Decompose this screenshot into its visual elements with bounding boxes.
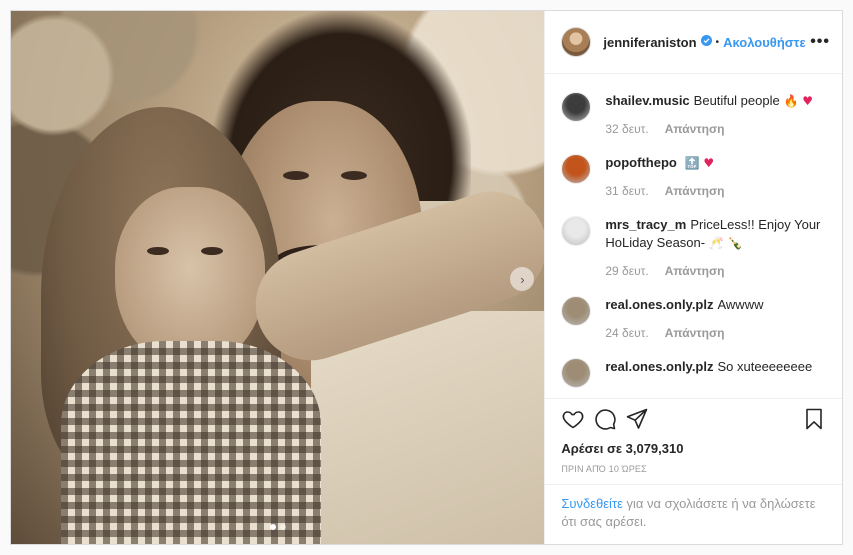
comment-item: real.ones.only.plz So xuteeeeeeee — [561, 358, 826, 398]
comment-text: So xuteeeeeeee — [717, 359, 813, 374]
comment-body: real.ones.only.plz Awwww 24 δευτ. Απάντηση — [605, 296, 826, 342]
more-options-icon[interactable]: ••• — [810, 33, 830, 51]
comment-text-line: popofthepo 🔝 ♥ — [605, 154, 826, 172]
bottle-emoji: 🍾 — [723, 236, 743, 250]
comment-meta: 29 δευτ. Απάντηση — [605, 262, 826, 280]
comment-body: shailev.music Beutiful people 🔥 ♥ 32 δευτ.… — [605, 92, 826, 138]
carousel-dot — [279, 524, 286, 530]
comment-text: Awwww — [717, 297, 764, 312]
comment-body: mrs_tracy_m PriceLess!! Enjoy Your HoLida… — [605, 216, 826, 280]
comment-username[interactable]: popofthepo — [605, 155, 676, 170]
carousel-dot-active — [269, 524, 276, 530]
comments-list[interactable]: 44 δευτ.Απάντηση shailev.music Beutiful pe… — [545, 74, 842, 398]
comment-text-line: real.ones.only.plz Awwww — [605, 296, 826, 314]
comment-time[interactable]: 31 δευτ. — [605, 184, 648, 198]
action-bar — [561, 399, 826, 439]
heart-emoji: ♥ — [699, 156, 715, 170]
avatar[interactable] — [561, 92, 592, 122]
comment-item: real.ones.only.plz Awwww 24 δευτ. Απάντηση — [561, 296, 826, 358]
carousel-indicator — [11, 524, 544, 530]
bookmark-icon[interactable] — [802, 407, 826, 431]
post-actions: Αρέσει σε 3,079,310 ΠΡΙΝ ΑΠΌ 10 ΏΡΕΣ — [545, 398, 842, 474]
photo-eye — [341, 171, 367, 180]
login-link[interactable]: Συνδεθείτε — [561, 496, 623, 511]
post-photo[interactable]: › — [11, 11, 545, 544]
verified-badge-icon — [700, 35, 712, 49]
comment-text-line: real.ones.only.plz So xuteeeeeeee — [605, 358, 826, 376]
chevron-right-icon: › — [520, 271, 525, 287]
comment-meta: 32 δευτ. Απάντηση — [605, 120, 826, 138]
share-icon[interactable] — [625, 407, 649, 431]
comment-body: real.ones.only.plz So xuteeeeeeee — [605, 358, 826, 388]
comment-username[interactable]: real.ones.only.plz — [605, 297, 713, 312]
comment-body: 44 δευτ.Απάντηση — [605, 74, 826, 76]
likes-count[interactable]: Αρέσει σε 3,079,310 — [561, 441, 826, 456]
comment-item: popofthepo 🔝 ♥ 31 δευτ. Απάντηση — [561, 154, 826, 216]
avatar[interactable] — [561, 296, 592, 326]
post-dialog: › jenniferaniston • Ακολουθήστε ••• 44 δ… — [10, 10, 843, 545]
photo-eye — [283, 171, 309, 180]
heart-emoji: ♥ — [798, 94, 814, 108]
reply-button[interactable]: Απάντηση — [665, 184, 725, 198]
comment-icon[interactable] — [593, 407, 617, 431]
comment-time[interactable]: 24 δευτ. — [605, 326, 648, 340]
fire-emoji: 🔥 — [779, 94, 799, 108]
photo-girl-face — [115, 187, 265, 367]
avatar[interactable] — [561, 216, 592, 246]
photo-eye — [201, 247, 223, 255]
comment-username[interactable]: shailev.music — [605, 93, 689, 108]
reply-button[interactable]: Απάντηση — [665, 264, 725, 278]
login-prompt: Συνδεθείτε για να σχολιάσετε ή να δηλώσε… — [545, 484, 842, 544]
top-emoji: 🔝 — [680, 156, 700, 170]
comment-meta: 24 δευτ. Απάντηση — [605, 324, 826, 342]
avatar[interactable] — [561, 27, 592, 57]
photo-eye — [147, 247, 169, 255]
reply-button[interactable]: Απάντηση — [665, 122, 725, 136]
heart-icon[interactable] — [561, 407, 585, 431]
photo-gingham-dress — [61, 341, 321, 544]
comment-body: popofthepo 🔝 ♥ 31 δευτ. Απάντηση — [605, 154, 826, 200]
comment-username[interactable]: real.ones.only.plz — [605, 359, 713, 374]
comment-meta: 31 δευτ. Απάντηση — [605, 182, 826, 200]
reply-button[interactable]: Απάντηση — [665, 326, 725, 340]
avatar[interactable] — [561, 358, 592, 388]
comment-username[interactable]: mrs_tracy_m — [605, 217, 686, 232]
comment-item: mrs_tracy_m PriceLess!! Enjoy Your HoLida… — [561, 216, 826, 296]
comment-text: Beutiful people — [693, 93, 780, 108]
post-timestamp: ΠΡΙΝ ΑΠΌ 10 ΏΡΕΣ — [561, 464, 647, 474]
comment-time[interactable]: 32 δευτ. — [605, 122, 648, 136]
follow-button[interactable]: Ακολουθήστε — [723, 35, 806, 50]
post-header: jenniferaniston • Ακολουθήστε ••• — [545, 11, 842, 74]
username-link[interactable]: jenniferaniston — [603, 35, 696, 50]
comment-text-line: mrs_tracy_m PriceLess!! Enjoy Your HoLida… — [605, 216, 826, 252]
post-sidebar: jenniferaniston • Ακολουθήστε ••• 44 δευ… — [544, 11, 842, 544]
comment-item: shailev.music Beutiful people 🔥 ♥ 32 δευτ.… — [561, 92, 826, 154]
comment-text-line: shailev.music Beutiful people 🔥 ♥ — [605, 92, 826, 110]
separator-dot: • — [715, 36, 720, 48]
comment-time[interactable]: 29 δευτ. — [605, 264, 648, 278]
cheers-emoji: 🥂 — [705, 236, 724, 250]
comment-item: 44 δευτ.Απάντηση — [561, 74, 826, 92]
avatar[interactable] — [561, 154, 592, 184]
